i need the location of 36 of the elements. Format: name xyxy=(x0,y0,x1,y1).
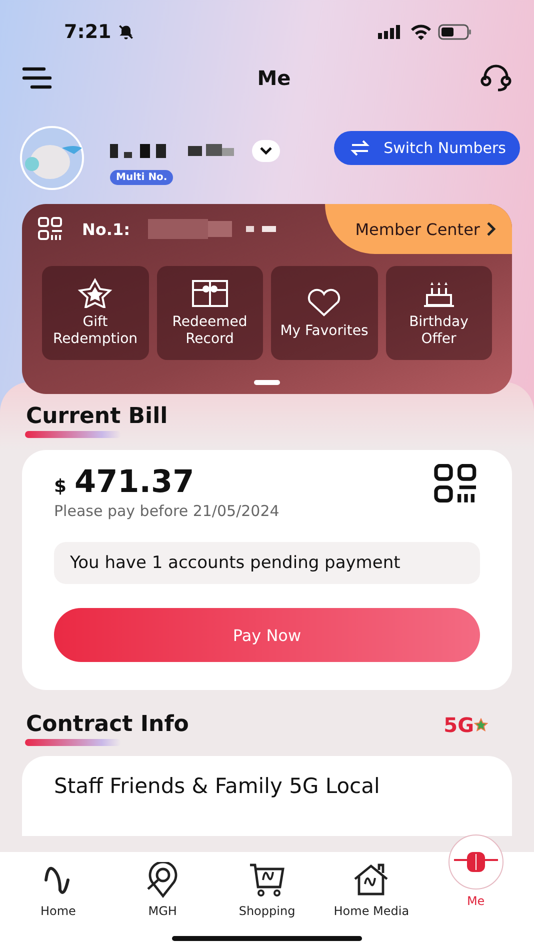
gift-box-icon xyxy=(190,278,230,308)
muted-bell-icon xyxy=(117,23,136,41)
battery-icon xyxy=(438,24,472,40)
bill-amount: 471.37 xyxy=(74,464,194,500)
member-action-button[interactable]: Gift Redemption xyxy=(42,266,148,360)
nav-tab[interactable]: Home xyxy=(6,852,110,950)
nav-tab[interactable]: Shopping xyxy=(214,852,320,950)
member-action-button[interactable]: My Favorites xyxy=(271,266,378,360)
status-time: 7:21 xyxy=(64,21,112,43)
nav-tab[interactable]: Me xyxy=(424,834,528,950)
switch-numbers-button[interactable]: Switch Numbers xyxy=(334,131,520,165)
page-indicator xyxy=(254,380,280,385)
pending-notice: You have 1 accounts pending payment xyxy=(54,542,480,584)
member-number-label: No.1: xyxy=(82,220,130,238)
qr-code-icon[interactable] xyxy=(38,217,64,241)
currency-symbol: $ xyxy=(54,476,67,497)
5g-logo: 5G xyxy=(444,712,488,736)
page-title: Me xyxy=(257,66,291,90)
nav-tab[interactable]: MGH xyxy=(110,852,215,950)
multi-badge: Multi No. xyxy=(110,170,174,184)
member-action-button[interactable]: Birthday Offer xyxy=(386,266,492,360)
menu-icon[interactable] xyxy=(22,66,52,90)
due-date-text: Please pay before 21/05/2024 xyxy=(54,502,280,520)
member-center-link[interactable]: Member Center xyxy=(325,204,512,254)
nav-tab[interactable]: Home Media xyxy=(319,852,424,950)
wifi-icon xyxy=(410,24,432,40)
pay-now-button[interactable]: Pay Now xyxy=(54,608,480,662)
section-title: Current Bill xyxy=(26,404,168,429)
shopping-cart-icon xyxy=(247,862,288,898)
chevron-right-icon xyxy=(486,221,496,237)
headset-icon[interactable] xyxy=(480,64,512,92)
member-action-button[interactable]: Redeemed Record xyxy=(156,266,263,360)
plan-name: Staff Friends & Family 5G Local xyxy=(54,774,380,798)
swap-arrows-icon xyxy=(350,140,370,156)
dropdown-icon[interactable] xyxy=(252,140,280,162)
section-title: Contract Info xyxy=(26,712,189,737)
